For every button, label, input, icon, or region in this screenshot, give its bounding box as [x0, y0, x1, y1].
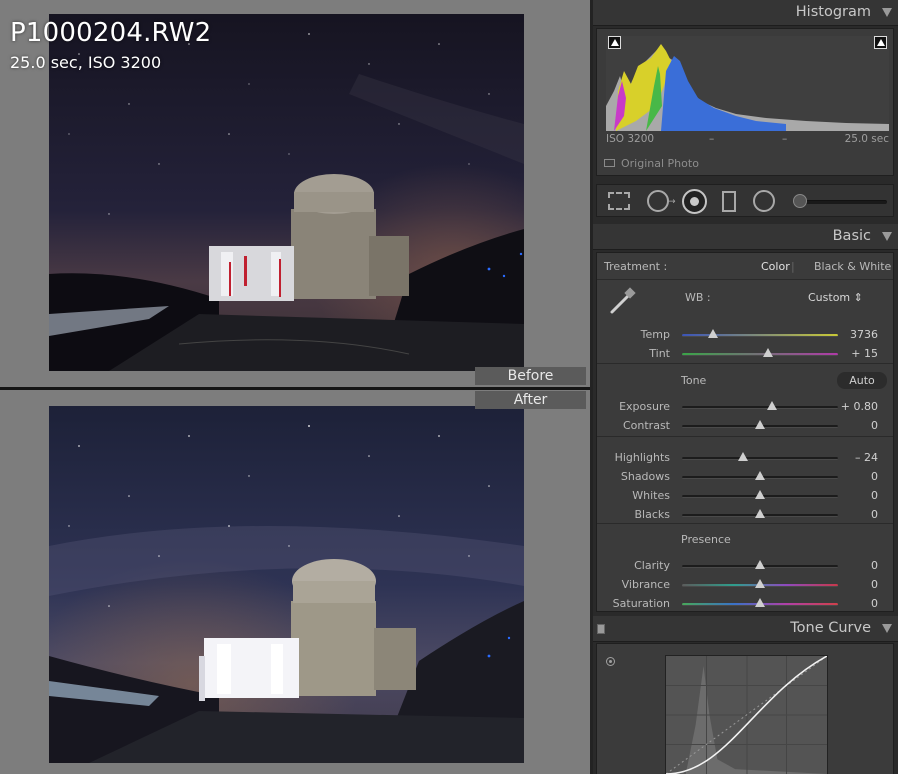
before-label: Before [475, 367, 586, 385]
red-eye-icon[interactable] [682, 189, 707, 214]
saturation-slider-thumb[interactable] [755, 598, 765, 607]
spot-arrow-icon: → [668, 197, 676, 207]
targeted-adjustment-icon[interactable] [606, 657, 615, 666]
tone-curve-title: Tone Curve [790, 620, 871, 636]
histogram-panel-header[interactable]: Histogram [593, 0, 898, 26]
divider [597, 279, 893, 280]
tint-label: Tint [649, 347, 670, 360]
panel-switch-icon[interactable] [597, 624, 605, 634]
contrast-label: Contrast [622, 419, 670, 432]
tone-section-label: Tone [681, 374, 707, 387]
tint-slider[interactable] [682, 353, 838, 356]
blacks-slider-thumb[interactable] [755, 509, 765, 518]
histogram-graph[interactable] [606, 35, 889, 131]
treatment-separator: | [791, 260, 795, 273]
tone-curve-panel [596, 643, 894, 774]
divider [597, 523, 893, 524]
file-name-overlay: P1000204.RW2 [10, 18, 212, 48]
highlights-value[interactable]: – 24 [855, 451, 878, 464]
vibrance-value[interactable]: 0 [871, 578, 878, 591]
exposure-slider[interactable] [682, 406, 838, 409]
basic-title: Basic [832, 228, 871, 244]
shadows-slider-thumb[interactable] [755, 471, 765, 480]
shadow-clipping-toggle-icon[interactable] [608, 36, 621, 49]
aperture-readout: – [782, 133, 788, 145]
treatment-bw-option[interactable]: Black & White [814, 260, 891, 273]
highlight-clipping-toggle-icon[interactable] [874, 36, 887, 49]
collapse-triangle-icon[interactable] [882, 8, 892, 17]
temp-label: Temp [640, 328, 670, 341]
tint-value[interactable]: + 15 [851, 347, 878, 360]
temp-value[interactable]: 3736 [850, 328, 878, 341]
tint-slider-thumb[interactable] [762, 348, 773, 357]
adjustment-brush-icon[interactable] [793, 194, 807, 208]
iso-readout: ISO 3200 [606, 133, 655, 145]
shadows-label: Shadows [620, 470, 670, 483]
basic-panel-header[interactable]: Basic [593, 224, 898, 250]
tone-curve-graph[interactable] [665, 655, 828, 774]
focal-length-readout: – [709, 133, 715, 145]
histogram-info-row: ISO 3200 – – 25.0 sec [606, 133, 889, 147]
exposure-slider-thumb[interactable] [767, 401, 778, 410]
clarity-value[interactable]: 0 [871, 559, 878, 572]
exposure-value[interactable]: + 0.80 [841, 400, 878, 413]
exposure-info-overlay: 25.0 sec, ISO 3200 [10, 53, 162, 72]
crop-tool-icon[interactable] [608, 192, 630, 210]
contrast-slider-thumb[interactable] [755, 420, 765, 429]
auto-tone-button[interactable]: Auto [837, 372, 887, 389]
contrast-value[interactable]: 0 [871, 419, 878, 432]
highlights-label: Highlights [614, 451, 670, 464]
presence-section-label: Presence [681, 533, 731, 546]
whites-label: Whites [632, 489, 670, 502]
original-photo-label: Original Photo [621, 157, 699, 170]
histogram-title: Histogram [795, 4, 871, 20]
after-photo[interactable] [49, 406, 524, 763]
whites-slider-thumb[interactable] [755, 490, 765, 499]
blacks-value[interactable]: 0 [871, 508, 878, 521]
clarity-slider-thumb[interactable] [755, 560, 765, 569]
tool-strip: → [596, 184, 894, 217]
shadows-value[interactable]: 0 [871, 470, 878, 483]
treatment-label: Treatment : [604, 260, 668, 273]
exposure-label: Exposure [619, 400, 670, 413]
graduated-filter-icon[interactable] [722, 191, 736, 212]
divider [597, 363, 893, 364]
wb-eyedropper-icon[interactable] [607, 285, 639, 317]
vibrance-label: Vibrance [621, 578, 670, 591]
collapse-triangle-icon[interactable] [882, 232, 892, 241]
before-after-viewer: P1000204.RW2 25.0 sec, ISO 3200 Before A… [0, 0, 590, 774]
blacks-label: Blacks [634, 508, 671, 521]
shutter-readout: 25.0 sec [844, 133, 889, 145]
temp-slider[interactable] [682, 334, 838, 337]
temp-slider-thumb[interactable] [708, 329, 719, 338]
before-pane: P1000204.RW2 25.0 sec, ISO 3200 Before [0, 0, 590, 388]
basic-panel: Treatment : Color | Black & White WB : C… [596, 252, 894, 612]
vibrance-slider-thumb[interactable] [755, 579, 765, 588]
collapse-triangle-icon[interactable] [882, 624, 892, 633]
histogram-panel: ISO 3200 – – 25.0 sec Original Photo [596, 28, 894, 176]
whites-value[interactable]: 0 [871, 489, 878, 502]
checkbox-icon [604, 159, 615, 167]
develop-right-panel: Histogram ISO 3200 – – 25.0 sec Original… [593, 0, 898, 774]
wb-label: WB : [685, 291, 711, 304]
brush-slider-track[interactable] [801, 200, 887, 204]
divider [597, 436, 893, 437]
radial-filter-icon[interactable] [753, 190, 775, 212]
clarity-label: Clarity [634, 559, 670, 572]
treatment-color-option[interactable]: Color [761, 260, 790, 273]
wb-preset-dropdown[interactable]: Custom ⇕ [808, 291, 863, 304]
original-photo-checkbox[interactable]: Original Photo [604, 157, 699, 170]
lightroom-develop-window: P1000204.RW2 25.0 sec, ISO 3200 Before A… [0, 0, 898, 774]
after-label: After [475, 391, 586, 409]
highlights-slider-thumb[interactable] [737, 452, 748, 461]
tone-curve-panel-header[interactable]: Tone Curve [593, 616, 898, 642]
highlights-slider[interactable] [682, 457, 838, 460]
saturation-label: Saturation [612, 597, 670, 610]
after-pane: After [0, 390, 590, 774]
saturation-value[interactable]: 0 [871, 597, 878, 610]
spot-removal-icon[interactable] [647, 190, 669, 212]
